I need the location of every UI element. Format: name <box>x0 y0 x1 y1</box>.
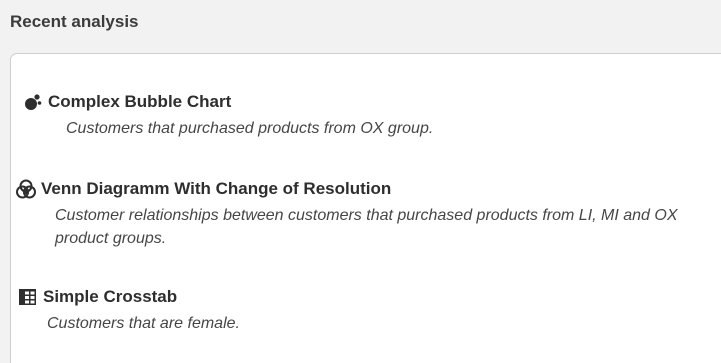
panel-title: Recent analysis <box>10 12 139 31</box>
item-description: Customers that purchased products from O… <box>66 120 434 137</box>
recent-analysis-item-crosstab[interactable]: Simple Crosstab Customers that are femal… <box>11 286 687 335</box>
crosstab-icon <box>17 287 39 307</box>
item-description: Customers that are female. <box>47 315 240 332</box>
item-description: Customer relationships between customers… <box>55 207 678 247</box>
venn-diagram-icon <box>15 179 37 199</box>
recent-analysis-list: Complex Bubble Chart Customers that purc… <box>10 53 721 363</box>
item-title[interactable]: Complex Bubble Chart <box>48 92 231 112</box>
item-title[interactable]: Simple Crosstab <box>43 287 177 307</box>
recent-analysis-item-venn-diagram[interactable]: Venn Diagramm With Change of Resolution … <box>11 178 695 250</box>
bubble-chart-icon <box>22 92 44 112</box>
recent-analysis-panel: Recent analysis Complex Bubble Chart Cus… <box>0 0 721 363</box>
item-title[interactable]: Venn Diagramm With Change of Resolution <box>41 179 391 199</box>
recent-analysis-item-bubble-chart[interactable]: Complex Bubble Chart Customers that purc… <box>11 91 706 140</box>
